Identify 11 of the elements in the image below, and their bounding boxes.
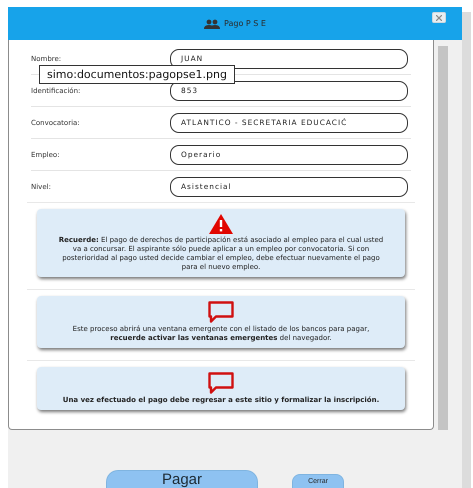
tooltip: simo:documentos:pagopse1.png	[39, 65, 235, 84]
speech-bubble-icon	[208, 301, 234, 323]
window-title: Pago P S E	[224, 19, 266, 28]
close-button[interactable]	[432, 12, 446, 23]
warning-icon	[209, 214, 233, 234]
pay-button[interactable]: Pagar	[106, 470, 258, 488]
page-scrollbar[interactable]	[462, 12, 471, 488]
people-icon	[204, 18, 220, 28]
scrollbar[interactable]	[438, 46, 448, 430]
speech-bubble-icon	[208, 372, 234, 394]
close-icon	[436, 14, 442, 20]
